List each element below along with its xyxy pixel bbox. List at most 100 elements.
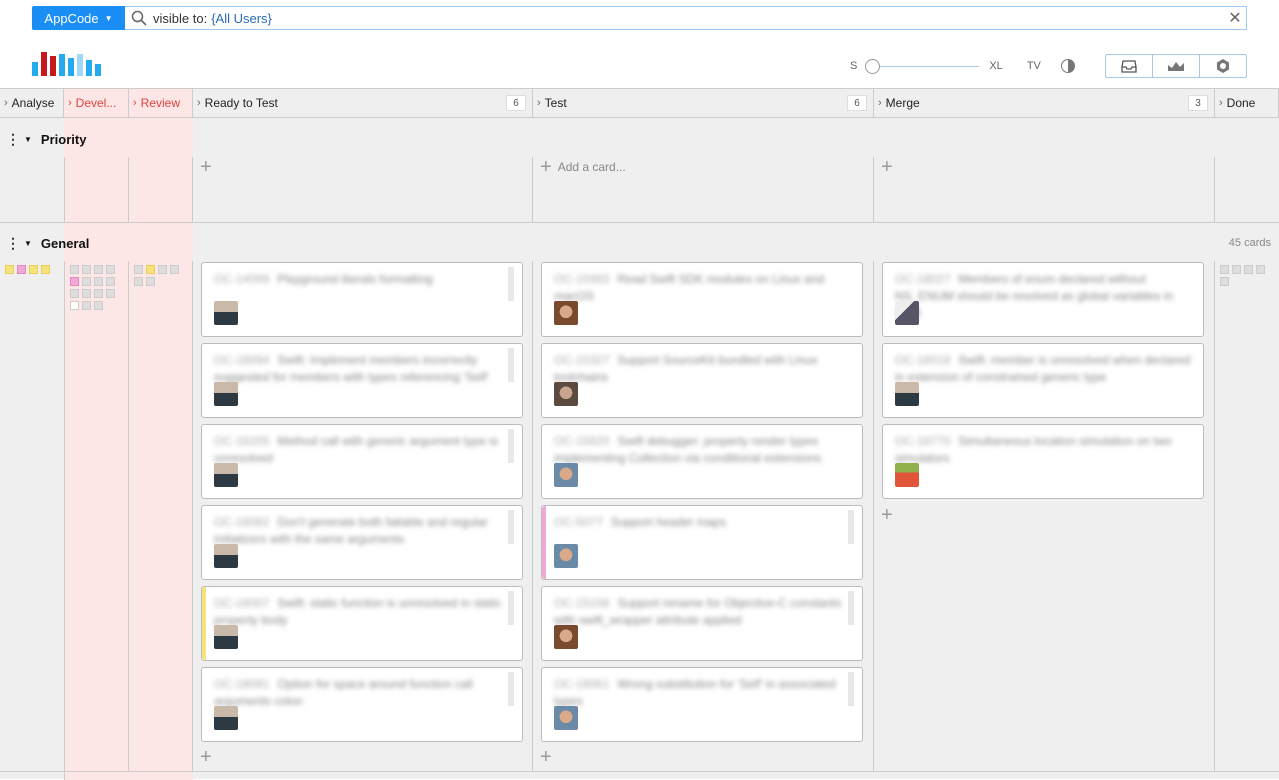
add-card-icon[interactable]: + bbox=[881, 157, 893, 177]
mini-card[interactable] bbox=[70, 265, 79, 274]
mini-card[interactable] bbox=[82, 301, 91, 310]
mini-card[interactable] bbox=[82, 265, 91, 274]
avatar[interactable] bbox=[895, 382, 919, 406]
card[interactable]: OC-14099 Playground literals formatting bbox=[201, 262, 523, 337]
mini-card[interactable] bbox=[146, 277, 155, 286]
mini-card[interactable] bbox=[29, 265, 38, 274]
slider-knob[interactable] bbox=[865, 59, 881, 74]
avatar[interactable] bbox=[214, 382, 238, 406]
add-card-button[interactable]: + Add a card... bbox=[540, 156, 626, 178]
column-header-done[interactable]: › Done bbox=[1215, 89, 1279, 118]
slider-track[interactable] bbox=[871, 66, 980, 67]
clear-search-icon[interactable]: ✕ bbox=[1224, 7, 1246, 29]
mini-card[interactable] bbox=[1244, 265, 1253, 274]
mini-card[interactable] bbox=[94, 289, 103, 298]
mini-card[interactable] bbox=[134, 277, 143, 286]
card[interactable]: OC-18091 Option for space around function… bbox=[201, 667, 523, 742]
card-scrollbar[interactable] bbox=[508, 267, 514, 301]
mini-card[interactable] bbox=[170, 265, 179, 274]
search-query-value[interactable]: {All Users} bbox=[211, 11, 272, 26]
mini-card[interactable] bbox=[94, 301, 103, 310]
avatar[interactable] bbox=[554, 544, 578, 568]
column-header-test[interactable]: › Test 6 bbox=[533, 89, 874, 118]
card[interactable]: OC-18094 Swift: Implement members incorre… bbox=[201, 343, 523, 418]
avatar[interactable] bbox=[554, 382, 578, 406]
card[interactable]: OC-16007 Swift: static function is unreso… bbox=[201, 586, 523, 661]
mini-card[interactable] bbox=[1220, 277, 1229, 286]
inbox-view-button[interactable] bbox=[1106, 55, 1153, 77]
avatar[interactable] bbox=[554, 463, 578, 487]
mini-card[interactable] bbox=[1232, 265, 1241, 274]
avatar[interactable] bbox=[895, 301, 919, 325]
avatar[interactable] bbox=[895, 463, 919, 487]
card[interactable]: OC-18082 Don't generate both failable and… bbox=[201, 505, 523, 580]
mini-card[interactable] bbox=[106, 289, 115, 298]
search-box[interactable]: visible to: {All Users} ✕ bbox=[125, 6, 1247, 30]
card-size-slider[interactable] bbox=[865, 58, 980, 74]
mini-card[interactable] bbox=[94, 265, 103, 274]
card[interactable]: OC-15327 Support SourceKit bundled with L… bbox=[541, 343, 863, 418]
mini-card[interactable] bbox=[1220, 265, 1229, 274]
column-header-ready-to-test[interactable]: › Ready to Test 6 bbox=[193, 89, 533, 118]
mini-card[interactable] bbox=[146, 265, 155, 274]
column-header-analyse[interactable]: › Analyse bbox=[0, 89, 64, 118]
column-header-review[interactable]: › Review bbox=[129, 89, 193, 118]
card[interactable]: OC-15820 Swift debugger: property render … bbox=[541, 424, 863, 499]
mini-card[interactable] bbox=[1256, 265, 1265, 274]
card[interactable]: OC-18018 Swift: member is unresolved when… bbox=[882, 343, 1204, 418]
lane-menu-icon[interactable]: ⋮ bbox=[6, 131, 20, 148]
mini-card[interactable] bbox=[70, 277, 79, 286]
avatar[interactable] bbox=[554, 625, 578, 649]
card[interactable]: OC-18770 Simultaneous location simulation… bbox=[882, 424, 1204, 499]
add-card-icon[interactable]: + bbox=[200, 157, 212, 177]
search-query-prefix[interactable]: visible to: bbox=[153, 11, 207, 26]
mini-card[interactable] bbox=[94, 277, 103, 286]
mini-card[interactable] bbox=[82, 289, 91, 298]
add-card-icon[interactable]: + bbox=[540, 747, 552, 767]
card[interactable]: OC-15993 Read Swift SDK modules on Linux … bbox=[541, 262, 863, 337]
project-selector-button[interactable]: AppCode ▼ bbox=[32, 6, 125, 30]
mini-card[interactable] bbox=[134, 265, 143, 274]
card[interactable]: OC-5077 Support header maps bbox=[541, 505, 863, 580]
avatar[interactable] bbox=[554, 706, 578, 730]
card[interactable]: OC-18027 Members of enum declared without… bbox=[882, 262, 1204, 337]
card-scrollbar[interactable] bbox=[508, 429, 514, 463]
column-header-merge[interactable]: › Merge 3 bbox=[874, 89, 1215, 118]
card-scrollbar[interactable] bbox=[848, 591, 854, 625]
add-card-icon[interactable]: + bbox=[200, 747, 212, 767]
card[interactable]: OC-18061 Wrong substitution for 'Self' in… bbox=[541, 667, 863, 742]
avatar[interactable] bbox=[214, 544, 238, 568]
card-scrollbar[interactable] bbox=[508, 672, 514, 706]
avatar[interactable] bbox=[214, 706, 238, 730]
collapse-lane-icon[interactable]: ▼ bbox=[24, 239, 32, 248]
card-scrollbar[interactable] bbox=[508, 510, 514, 544]
card-scrollbar[interactable] bbox=[508, 591, 514, 625]
mini-card[interactable] bbox=[41, 265, 50, 274]
card[interactable]: OC-15158 Support rename for Objective-C c… bbox=[541, 586, 863, 661]
avatar[interactable] bbox=[554, 301, 578, 325]
settings-view-button[interactable] bbox=[1200, 55, 1246, 77]
card-scrollbar[interactable] bbox=[508, 348, 514, 382]
mini-card[interactable] bbox=[82, 277, 91, 286]
contrast-icon[interactable] bbox=[1060, 59, 1075, 73]
mini-card[interactable] bbox=[70, 289, 79, 298]
card-scrollbar[interactable] bbox=[848, 672, 854, 706]
lane-header-general: ⋮ ▼ General bbox=[6, 233, 89, 253]
avatar[interactable] bbox=[214, 463, 238, 487]
collapse-lane-icon[interactable]: ▼ bbox=[24, 135, 32, 144]
mini-card[interactable] bbox=[70, 301, 79, 310]
avatar[interactable] bbox=[214, 301, 238, 325]
lane-menu-icon[interactable]: ⋮ bbox=[6, 235, 20, 252]
card[interactable]: OC-16205 Method call with generic argumen… bbox=[201, 424, 523, 499]
avatar[interactable] bbox=[214, 625, 238, 649]
mini-card[interactable] bbox=[106, 277, 115, 286]
mini-card[interactable] bbox=[5, 265, 14, 274]
mini-card[interactable] bbox=[158, 265, 167, 274]
chart-view-button[interactable] bbox=[1153, 55, 1200, 77]
tv-mode-button[interactable]: TV bbox=[1027, 60, 1041, 72]
card-scrollbar[interactable] bbox=[848, 510, 854, 544]
add-card-icon[interactable]: + bbox=[881, 505, 893, 525]
mini-card[interactable] bbox=[106, 265, 115, 274]
mini-card[interactable] bbox=[17, 265, 26, 274]
column-header-development[interactable]: › Devel... bbox=[64, 89, 129, 118]
